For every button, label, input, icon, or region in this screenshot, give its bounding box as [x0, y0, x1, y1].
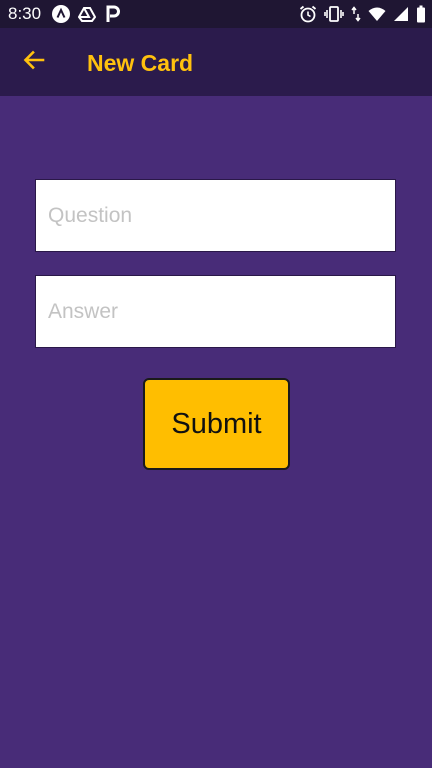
- submit-button[interactable]: Submit: [143, 378, 290, 470]
- back-button[interactable]: [12, 40, 56, 84]
- signal-icon: [393, 5, 409, 23]
- status-right-icons: [292, 5, 426, 23]
- status-bar: 8:30: [0, 0, 432, 28]
- status-left-icons: [52, 5, 130, 23]
- p-app-icon: [104, 5, 122, 23]
- app-a-icon: [52, 5, 70, 23]
- drive-icon: [77, 5, 97, 23]
- alarm-icon: [299, 5, 317, 23]
- data-arrows-icon: [351, 5, 361, 23]
- question-input[interactable]: [35, 179, 396, 252]
- app-bar: New Card: [0, 28, 432, 96]
- page-title: New Card: [87, 50, 194, 76]
- wifi-icon: [368, 5, 386, 23]
- answer-input[interactable]: [35, 275, 396, 348]
- vibrate-icon: [324, 5, 344, 23]
- status-time: 8:30: [8, 4, 42, 23]
- battery-icon: [416, 5, 426, 23]
- arrow-left-icon: [23, 50, 45, 75]
